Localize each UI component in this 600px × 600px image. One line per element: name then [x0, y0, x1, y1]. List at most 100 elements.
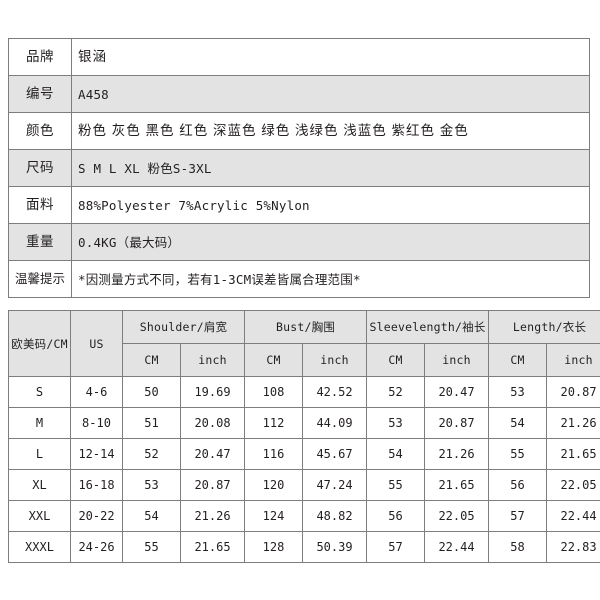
cell-bust-cm: 124 — [244, 500, 304, 532]
cell-bust-cm: 108 — [244, 376, 304, 408]
info-value-tip: *因测量方式不同，若有1-3CM误差皆属合理范围* — [71, 260, 590, 298]
header-shoulder: Shoulder/肩宽 — [121, 310, 246, 344]
cell-length-cm: 55 — [488, 438, 548, 470]
info-row-weight: 重量 0.4KG（最大码） — [8, 223, 590, 261]
table-row: M 8-10 51 20.08 112 44.09 53 20.87 54 21… — [8, 407, 600, 439]
info-row-size: 尺码 S M L XL 粉色S-3XL — [8, 149, 590, 187]
unit-shoulder-cm: CM — [122, 343, 181, 377]
product-info-body: 品牌 银涵 编号 A458 颜色 粉色 灰色 黑色 红色 深蓝色 绿色 浅绿色 … — [8, 38, 590, 298]
cell-sleeve-inch: 22.44 — [424, 531, 490, 563]
table-row: S 4-6 50 19.69 108 42.52 52 20.47 53 20.… — [8, 376, 600, 408]
info-label-model: 编号 — [8, 75, 72, 113]
product-spec-page: 品牌 银涵 编号 A458 颜色 粉色 灰色 黑色 红色 深蓝色 绿色 浅绿色 … — [0, 0, 600, 600]
info-row-model: 编号 A458 — [8, 75, 590, 113]
cell-us: 20-22 — [70, 500, 123, 532]
table-row: XXL 20-22 54 21.26 124 48.82 56 22.05 57… — [8, 500, 600, 532]
cell-sleeve-cm: 55 — [366, 469, 426, 501]
info-row-tip: 温馨提示 *因测量方式不同，若有1-3CM误差皆属合理范围* — [8, 260, 590, 298]
cell-us: 4-6 — [70, 376, 123, 408]
cell-us: 8-10 — [70, 407, 123, 439]
cell-sleeve-inch: 20.47 — [424, 376, 490, 408]
header-sleevelength: Sleevelength/袖长 — [366, 310, 490, 344]
info-label-size: 尺码 — [8, 149, 72, 187]
cell-us: 24-26 — [70, 531, 123, 563]
cell-shoulder-inch: 21.65 — [179, 531, 246, 563]
cell-shoulder-cm: 55 — [122, 531, 181, 563]
cell-length-inch: 22.83 — [546, 531, 600, 563]
table-row: XL 16-18 53 20.87 120 47.24 55 21.65 56 … — [8, 469, 600, 501]
cell-bust-inch: 47.24 — [302, 469, 368, 501]
unit-bust-inch: inch — [302, 343, 368, 377]
cell-length-inch: 21.26 — [546, 407, 600, 439]
table-row: L 12-14 52 20.47 116 45.67 54 21.26 55 2… — [8, 438, 600, 470]
cell-bust-inch: 50.39 — [302, 531, 368, 563]
size-chart-body: S 4-6 50 19.69 108 42.52 52 20.47 53 20.… — [8, 376, 600, 563]
cell-sleeve-inch: 20.87 — [424, 407, 490, 439]
cell-length-cm: 56 — [488, 469, 548, 501]
cell-bust-cm: 128 — [244, 531, 304, 563]
cell-shoulder-inch: 21.26 — [179, 500, 246, 532]
cell-us: 16-18 — [70, 469, 123, 501]
cell-shoulder-inch: 19.69 — [179, 376, 246, 408]
cell-length-inch: 22.44 — [546, 500, 600, 532]
unit-sleeve-inch: inch — [424, 343, 490, 377]
size-chart-group-header-row: 欧美码/CM US Shoulder/肩宽 Bust/胸围 Sleeveleng… — [8, 310, 600, 377]
cell-bust-cm: 116 — [244, 438, 304, 470]
info-row-color: 颜色 粉色 灰色 黑色 红色 深蓝色 绿色 浅绿色 浅蓝色 紫红色 金色 — [8, 112, 590, 150]
cell-length-cm: 53 — [488, 376, 548, 408]
header-us-size: US — [70, 310, 123, 377]
unit-length-cm: CM — [488, 343, 548, 377]
info-value-size: S M L XL 粉色S-3XL — [71, 149, 590, 187]
cell-length-cm: 54 — [488, 407, 548, 439]
cell-shoulder-cm: 52 — [122, 438, 181, 470]
cell-size: S — [8, 376, 71, 408]
cell-size: M — [8, 407, 71, 439]
unit-bust-cm: CM — [244, 343, 304, 377]
info-value-weight: 0.4KG（最大码） — [71, 223, 590, 261]
cell-sleeve-inch: 21.65 — [424, 469, 490, 501]
header-length: Length/衣长 — [488, 310, 600, 344]
cell-length-inch: 21.65 — [546, 438, 600, 470]
cell-shoulder-cm: 53 — [122, 469, 181, 501]
info-label-weight: 重量 — [8, 223, 72, 261]
cell-us: 12-14 — [70, 438, 123, 470]
size-chart-head: 欧美码/CM US Shoulder/肩宽 Bust/胸围 Sleeveleng… — [8, 310, 600, 377]
cell-sleeve-cm: 52 — [366, 376, 426, 408]
cell-shoulder-inch: 20.08 — [179, 407, 246, 439]
info-value-model: A458 — [71, 75, 590, 113]
cell-bust-inch: 44.09 — [302, 407, 368, 439]
cell-sleeve-cm: 56 — [366, 500, 426, 532]
unit-length-inch: inch — [546, 343, 600, 377]
info-value-brand: 银涵 — [71, 38, 590, 76]
cell-length-cm: 57 — [488, 500, 548, 532]
cell-length-inch: 22.05 — [546, 469, 600, 501]
unit-shoulder-inch: inch — [179, 343, 246, 377]
info-row-brand: 品牌 银涵 — [8, 38, 590, 76]
cell-sleeve-cm: 53 — [366, 407, 426, 439]
cell-bust-inch: 45.67 — [302, 438, 368, 470]
cell-bust-inch: 48.82 — [302, 500, 368, 532]
header-eu-size: 欧美码/CM — [8, 310, 71, 377]
info-label-fabric: 面料 — [8, 186, 72, 224]
cell-length-inch: 20.87 — [546, 376, 600, 408]
cell-bust-cm: 112 — [244, 407, 304, 439]
unit-sleeve-cm: CM — [366, 343, 426, 377]
cell-length-cm: 58 — [488, 531, 548, 563]
cell-shoulder-cm: 51 — [122, 407, 181, 439]
cell-size: XXXL — [8, 531, 71, 563]
table-row: XXXL 24-26 55 21.65 128 50.39 57 22.44 5… — [8, 531, 600, 563]
info-label-tip: 温馨提示 — [8, 260, 72, 298]
info-value-color: 粉色 灰色 黑色 红色 深蓝色 绿色 浅绿色 浅蓝色 紫红色 金色 — [71, 112, 590, 150]
cell-shoulder-inch: 20.47 — [179, 438, 246, 470]
size-chart-table: 欧美码/CM US Shoulder/肩宽 Bust/胸围 Sleeveleng… — [8, 310, 600, 563]
cell-size: XXL — [8, 500, 71, 532]
cell-bust-inch: 42.52 — [302, 376, 368, 408]
cell-size: XL — [8, 469, 71, 501]
cell-shoulder-inch: 20.87 — [179, 469, 246, 501]
product-info-table: 品牌 银涵 编号 A458 颜色 粉色 灰色 黑色 红色 深蓝色 绿色 浅绿色 … — [8, 38, 590, 298]
info-label-brand: 品牌 — [8, 38, 72, 76]
cell-bust-cm: 120 — [244, 469, 304, 501]
header-bust: Bust/胸围 — [244, 310, 368, 344]
cell-size: L — [8, 438, 71, 470]
cell-sleeve-inch: 22.05 — [424, 500, 490, 532]
